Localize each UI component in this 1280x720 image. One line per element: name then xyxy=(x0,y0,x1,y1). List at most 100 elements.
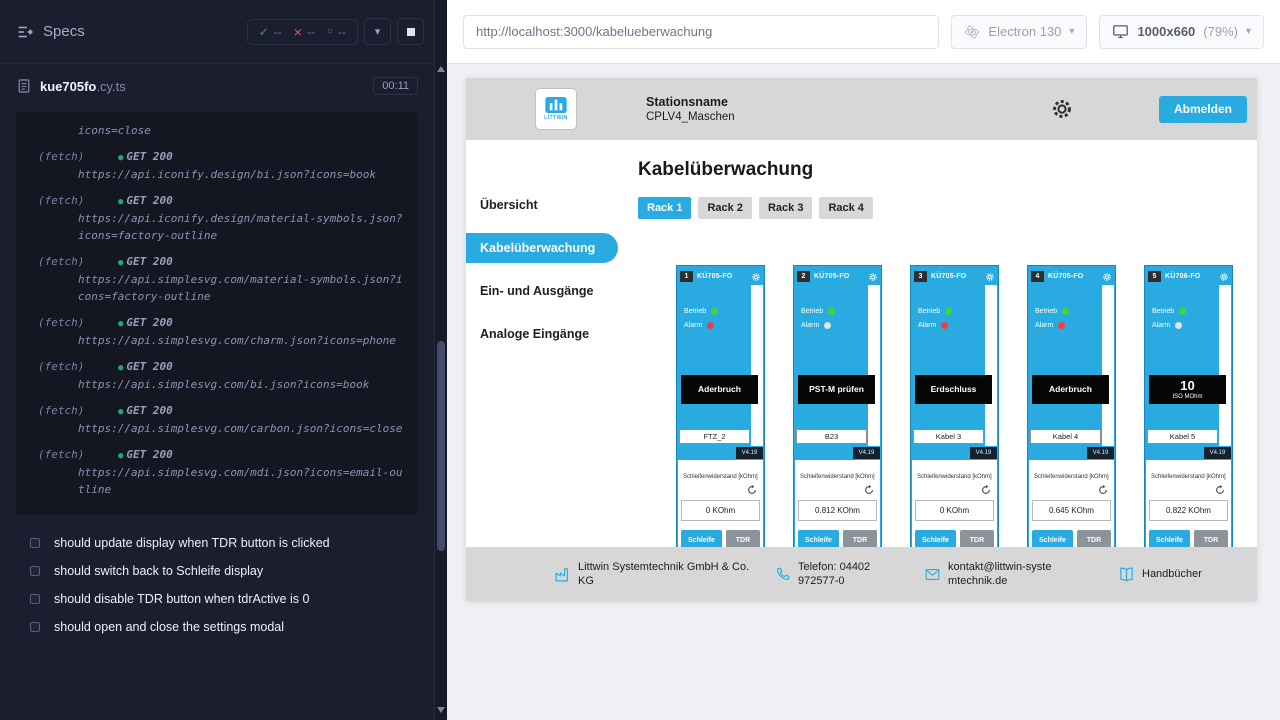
viewport-selector[interactable]: 1000x660 (79%) ▾ xyxy=(1099,15,1264,49)
network-log-entry[interactable]: (fetch)●GET 200 https://api.simplesvg.co… xyxy=(38,253,408,305)
card-gear-icon[interactable] xyxy=(985,272,995,282)
alarm-led xyxy=(707,322,714,329)
alarm-label: Alarm xyxy=(918,322,936,329)
tdr-button[interactable]: TDR xyxy=(1077,530,1111,547)
card-gear-icon[interactable] xyxy=(1102,272,1112,282)
specs-toggle[interactable]: Specs xyxy=(16,23,85,41)
station-value: CPLV4_Maschen xyxy=(646,111,735,123)
address-bar[interactable] xyxy=(463,15,939,49)
card-model: KÜ705-FO xyxy=(931,273,966,280)
cable-name: Kabel 5 xyxy=(1147,429,1218,444)
scroll-down-icon[interactable] xyxy=(437,707,445,713)
card-side-strip xyxy=(1102,285,1114,446)
network-log-entry[interactable]: (fetch)●GET 200 https://api.simplesvg.co… xyxy=(38,402,408,437)
tab-rack-1[interactable]: Rack 1 xyxy=(638,197,691,219)
test-item[interactable]: should disable TDR button when tdrActive… xyxy=(0,585,434,613)
tab-rack-4[interactable]: Rack 4 xyxy=(819,197,872,219)
aut-toolbar: Electron 130 ▾ 1000x660 (79%) ▾ xyxy=(447,0,1280,64)
device-card: 1 KÜ705-FO Betrieb Alarm Aderbruch FTZ_2… xyxy=(676,265,765,547)
device-card: 2 KÜ705-FO Betrieb Alarm PST-M prüfen B2… xyxy=(793,265,882,547)
device-card: 4 KÜ705-FO Betrieb Alarm Aderbruch Kabel… xyxy=(1027,265,1116,547)
log-continuation: icons=close xyxy=(78,122,408,139)
scroll-up-icon[interactable] xyxy=(437,66,445,72)
measurement-label: Schleifenwiderstand [kOhm] xyxy=(1149,474,1228,481)
betrieb-label: Betrieb xyxy=(918,308,940,315)
firmware-version: V4.19 xyxy=(1204,447,1231,459)
network-log-entry[interactable]: (fetch)●GET 200 https://api.simplesvg.co… xyxy=(38,446,408,498)
phone-icon xyxy=(774,566,791,583)
card-side-strip xyxy=(985,285,997,446)
status-display: 10 ISO MOhm xyxy=(1149,375,1226,404)
tab-rack-2[interactable]: Rack 2 xyxy=(698,197,751,219)
spec-file-row[interactable]: kue705fo.cy.ts 00:11 xyxy=(0,64,434,108)
tdr-button[interactable]: TDR xyxy=(1194,530,1228,547)
rack-tabs: Rack 1 Rack 2 Rack 3 Rack 4 xyxy=(638,197,1257,219)
network-log-entry[interactable]: (fetch)●GET 200 https://api.simplesvg.co… xyxy=(38,358,408,393)
logout-button[interactable]: Abmelden xyxy=(1159,96,1247,123)
littwin-tower-icon xyxy=(545,97,567,113)
browser-label: Electron 130 xyxy=(988,24,1061,39)
test-item[interactable]: should update display when TDR button is… xyxy=(0,529,434,557)
scrollbar-track[interactable] xyxy=(435,76,447,703)
alarm-label: Alarm xyxy=(801,322,819,329)
reporter-controls: ✓-- ×-- ○-- ▾ xyxy=(247,18,424,45)
alarm-led xyxy=(1058,322,1065,329)
footer-phone[interactable]: Telefon: 04402 972577-0 xyxy=(774,560,894,589)
schleife-button[interactable]: Schleife xyxy=(798,530,839,547)
sidebar-item-kabelueberwachung[interactable]: Kabelüberwachung xyxy=(466,233,618,263)
chevron-down-icon: ▾ xyxy=(375,25,381,38)
circle-icon: ○ xyxy=(327,26,333,37)
cross-icon: × xyxy=(294,26,302,38)
footer-email[interactable]: kontakt@littwin-systemtechnik.de xyxy=(924,560,1060,589)
status-display: Erdschluss xyxy=(915,375,992,404)
browser-selector[interactable]: Electron 130 ▾ xyxy=(951,15,1087,49)
refresh-icon[interactable] xyxy=(1097,484,1109,496)
alarm-led xyxy=(941,322,948,329)
cable-name: FTZ_2 xyxy=(679,429,750,444)
schleife-button[interactable]: Schleife xyxy=(1032,530,1073,547)
sidebar-expand-icon xyxy=(16,23,34,41)
alarm-label: Alarm xyxy=(1035,322,1053,329)
stat-failed: ×-- xyxy=(294,25,315,39)
tdr-button[interactable]: TDR xyxy=(960,530,994,547)
specs-label: Specs xyxy=(43,23,85,40)
test-item[interactable]: should open and close the settings modal xyxy=(0,613,434,641)
refresh-icon[interactable] xyxy=(863,484,875,496)
network-log-entry[interactable]: (fetch)●GET 200 https://api.iconify.desi… xyxy=(38,148,408,183)
footer-manuals[interactable]: Handbücher xyxy=(1118,566,1202,583)
app-body: Übersicht Kabelüberwachung Ein- und Ausg… xyxy=(466,140,1257,547)
refresh-icon[interactable] xyxy=(980,484,992,496)
sidebar-item-analoge-eingaenge[interactable]: Analoge Eingänge xyxy=(466,319,618,349)
network-log-entry[interactable]: (fetch)●GET 200 https://api.iconify.desi… xyxy=(38,192,408,244)
card-gear-icon[interactable] xyxy=(751,272,761,282)
spec-file-icon xyxy=(16,78,32,94)
success-dot-icon: ● xyxy=(118,318,123,332)
tdr-button[interactable]: TDR xyxy=(843,530,877,547)
settings-gear-icon[interactable] xyxy=(1050,97,1074,121)
collapse-button[interactable]: ▾ xyxy=(364,18,391,45)
reporter-scrollbar[interactable] xyxy=(434,0,447,720)
network-log-entry[interactable]: (fetch)●GET 200 https://api.simplesvg.co… xyxy=(38,314,408,349)
test-item[interactable]: should switch back to Schleife display xyxy=(0,557,434,585)
stat-pending: ○-- xyxy=(327,25,346,39)
card-model: KÜ705-FO xyxy=(1048,273,1083,280)
card-gear-icon[interactable] xyxy=(1219,272,1229,282)
refresh-icon[interactable] xyxy=(746,484,758,496)
sidebar-item-uebersicht[interactable]: Übersicht xyxy=(466,190,618,220)
monitor-icon xyxy=(1112,23,1129,40)
scrollbar-thumb[interactable] xyxy=(437,341,445,551)
schleife-button[interactable]: Schleife xyxy=(681,530,722,547)
stop-button[interactable] xyxy=(397,18,424,45)
tdr-button[interactable]: TDR xyxy=(726,530,760,547)
refresh-icon[interactable] xyxy=(1214,484,1226,496)
log-url: https://api.iconify.design/material-symb… xyxy=(78,210,408,244)
log-url: https://api.simplesvg.com/charm.json?ico… xyxy=(78,332,408,349)
schleife-button[interactable]: Schleife xyxy=(915,530,956,547)
schleife-button[interactable]: Schleife xyxy=(1149,530,1190,547)
card-gear-icon[interactable] xyxy=(868,272,878,282)
sidebar-item-ein-ausgaenge[interactable]: Ein- und Ausgänge xyxy=(466,276,618,306)
card-number: 5 xyxy=(1148,271,1161,282)
tab-rack-3[interactable]: Rack 3 xyxy=(759,197,812,219)
card-number: 2 xyxy=(797,271,810,282)
aut-stage: Electron 130 ▾ 1000x660 (79%) ▾ xyxy=(447,0,1280,720)
